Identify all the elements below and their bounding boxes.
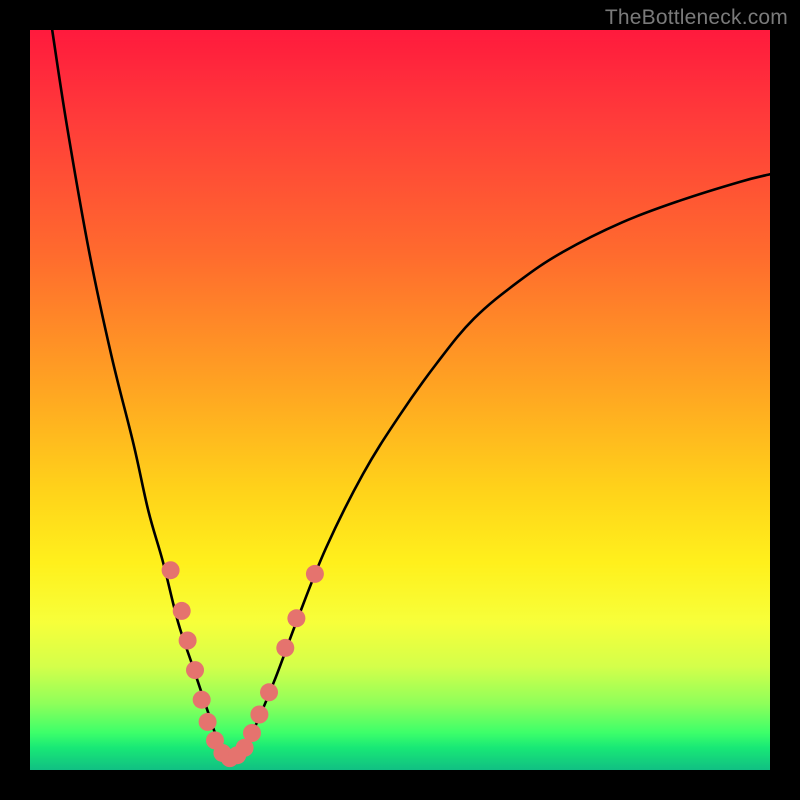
curve-marker <box>199 713 217 731</box>
curve-marker <box>250 706 268 724</box>
curve-marker <box>276 639 294 657</box>
watermark-text: TheBottleneck.com <box>605 6 788 30</box>
curve-marker <box>193 691 211 709</box>
curve-markers <box>162 561 324 767</box>
curve-marker <box>186 661 204 679</box>
curve-marker <box>162 561 180 579</box>
curve-marker <box>306 565 324 583</box>
curve-marker <box>179 632 197 650</box>
curve-marker <box>260 683 278 701</box>
curve-marker <box>243 724 261 742</box>
curve-marker <box>173 602 191 620</box>
chart-frame: TheBottleneck.com <box>0 0 800 800</box>
chart-svg <box>30 30 770 770</box>
curve-line <box>52 30 770 758</box>
curve-marker <box>287 609 305 627</box>
plot-area <box>30 30 770 770</box>
